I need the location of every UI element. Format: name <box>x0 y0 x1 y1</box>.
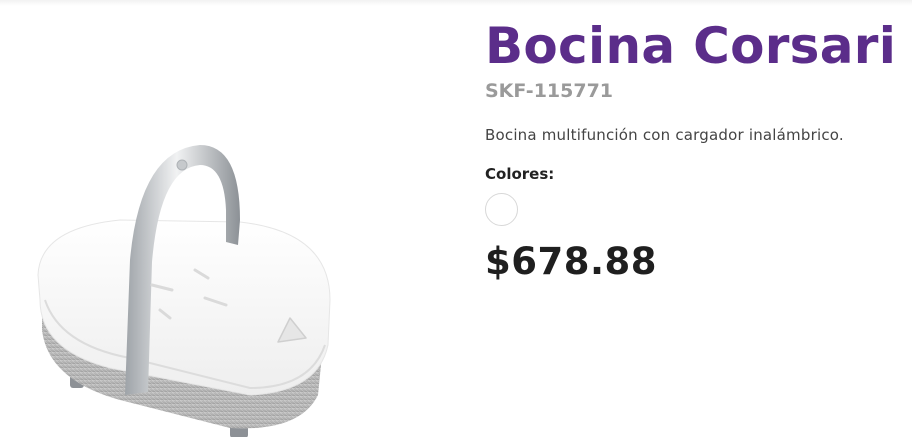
colors-label: Colores: <box>485 165 555 183</box>
color-swatch-white[interactable] <box>485 193 518 226</box>
product-image <box>0 0 470 438</box>
product-sku: SKF-115771 <box>485 80 614 102</box>
product-info: Bocina Corsari SKF-115771 Bocina multifu… <box>485 14 905 283</box>
speaker-illustration <box>37 145 331 438</box>
product-title: Bocina Corsari <box>485 17 897 75</box>
product-price: $678.88 <box>485 240 658 283</box>
product-description: Bocina multifunción con cargador inalámb… <box>485 126 844 144</box>
